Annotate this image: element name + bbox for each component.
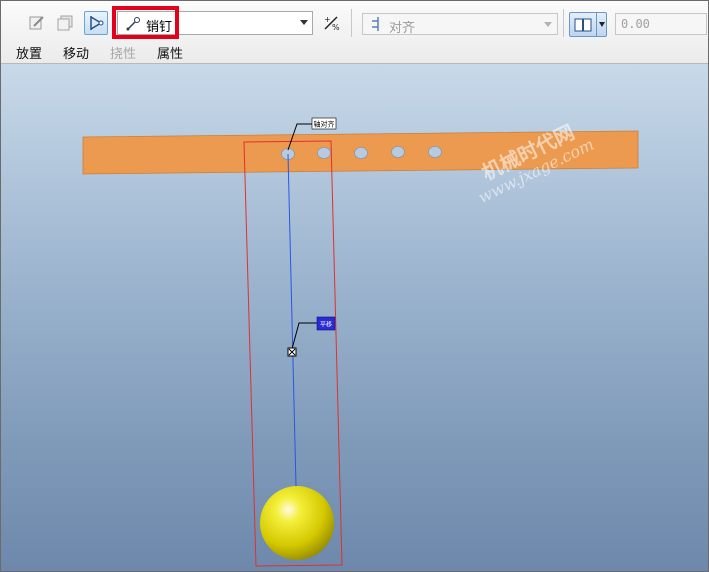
align-icon (372, 17, 379, 31)
model-scene: 轴对齐 平移 (82, 117, 639, 567)
svg-text:%: % (332, 23, 340, 32)
highlight-box (112, 6, 179, 39)
chevron-down-icon (300, 20, 308, 25)
graphics-viewport[interactable]: 轴对齐 平移 机械时代网 www.jxage.com (1, 64, 708, 571)
callout-leader (291, 322, 318, 350)
chevron-down-icon[interactable] (599, 22, 605, 27)
hole (391, 146, 405, 158)
mechanism-connection-icon (90, 16, 104, 30)
window-icon (57, 15, 73, 31)
yellow-sphere[interactable] (260, 486, 334, 560)
tab-properties[interactable]: 属性 (157, 43, 183, 62)
user-defined-set-button[interactable] (25, 11, 49, 35)
constraint-type-value: 对齐 (389, 21, 416, 36)
chevron-down-icon (544, 22, 552, 27)
flip-button[interactable]: + % (321, 13, 341, 33)
constraint-type-dropdown[interactable]: 对齐 (362, 13, 558, 36)
callout-axis-align-label: 轴对齐 (314, 120, 335, 129)
flip-icon: + % (324, 15, 340, 32)
show-component-window-button[interactable] (53, 11, 77, 35)
component-placement-dashboard: 销钉 + % 对齐 0.00 放置 移动 挠性 属性 (1, 1, 708, 64)
callout-translate-label: 平移 (320, 321, 332, 329)
tab-placement[interactable]: 放置 (16, 43, 42, 62)
svg-text:+: + (324, 15, 331, 24)
offset-value-input[interactable]: 0.00 (615, 13, 707, 35)
hole (317, 147, 331, 159)
hole (354, 147, 368, 159)
assembly-window: 销钉 + % 对齐 0.00 放置 移动 挠性 属性 轴对齐 平移 机械时代网 … (0, 0, 709, 572)
tab-flexibility: 挠性 (110, 47, 137, 62)
toolbar-separator (351, 9, 352, 37)
hole (428, 146, 442, 158)
offset-value: 0.00 (621, 17, 650, 31)
edit-icon (29, 16, 44, 30)
connection-mode-button[interactable] (84, 11, 108, 35)
pin-axis-line (287, 153, 297, 487)
offset-type-button[interactable] (569, 12, 607, 37)
toolbar-separator (563, 9, 564, 37)
coincident-icon (574, 18, 592, 32)
tab-move[interactable]: 移动 (63, 43, 89, 62)
split-divider (596, 13, 597, 36)
